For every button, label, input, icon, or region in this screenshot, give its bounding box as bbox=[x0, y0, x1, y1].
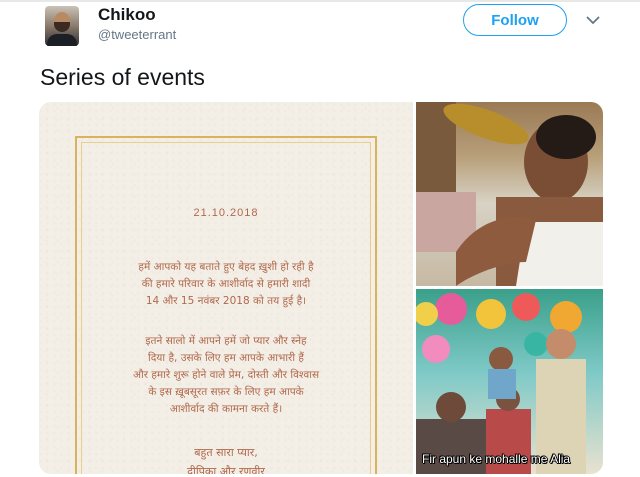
follow-button[interactable]: Follow bbox=[463, 4, 567, 36]
wedding-invitation-image[interactable]: 21.10.2018 हमें आपको यह बताते हुए बेहद ख… bbox=[39, 102, 413, 474]
invitation-paragraph-1: हमें आपको यह बताते हुए बेहद ख़ुशी हो रही… bbox=[138, 261, 314, 307]
tweet-media[interactable]: 21.10.2018 हमें आपको यह बताते हुए बेहद ख… bbox=[39, 102, 603, 474]
top-divider bbox=[0, 0, 640, 2]
meme-photo-drinking[interactable] bbox=[416, 102, 603, 286]
tweet-text: Series of events bbox=[40, 64, 205, 90]
author-name[interactable]: Chikoo bbox=[98, 5, 156, 25]
meme-photo-crowd[interactable] bbox=[416, 289, 603, 474]
invitation-date: 21.10.2018 bbox=[193, 207, 259, 219]
invitation-signoff: बहुत सारा प्यार, दीपिका और रणवीर bbox=[187, 446, 265, 474]
chevron-down-icon[interactable] bbox=[585, 14, 601, 26]
invitation-paragraph-2: इतने सालो में आपने हमें जो प्यार और स्ने… bbox=[132, 335, 320, 415]
avatar[interactable] bbox=[45, 6, 79, 46]
author-handle[interactable]: @tweeterrant bbox=[98, 27, 176, 42]
meme-caption: Fir apun ke mohalle me Alia bbox=[422, 452, 571, 466]
